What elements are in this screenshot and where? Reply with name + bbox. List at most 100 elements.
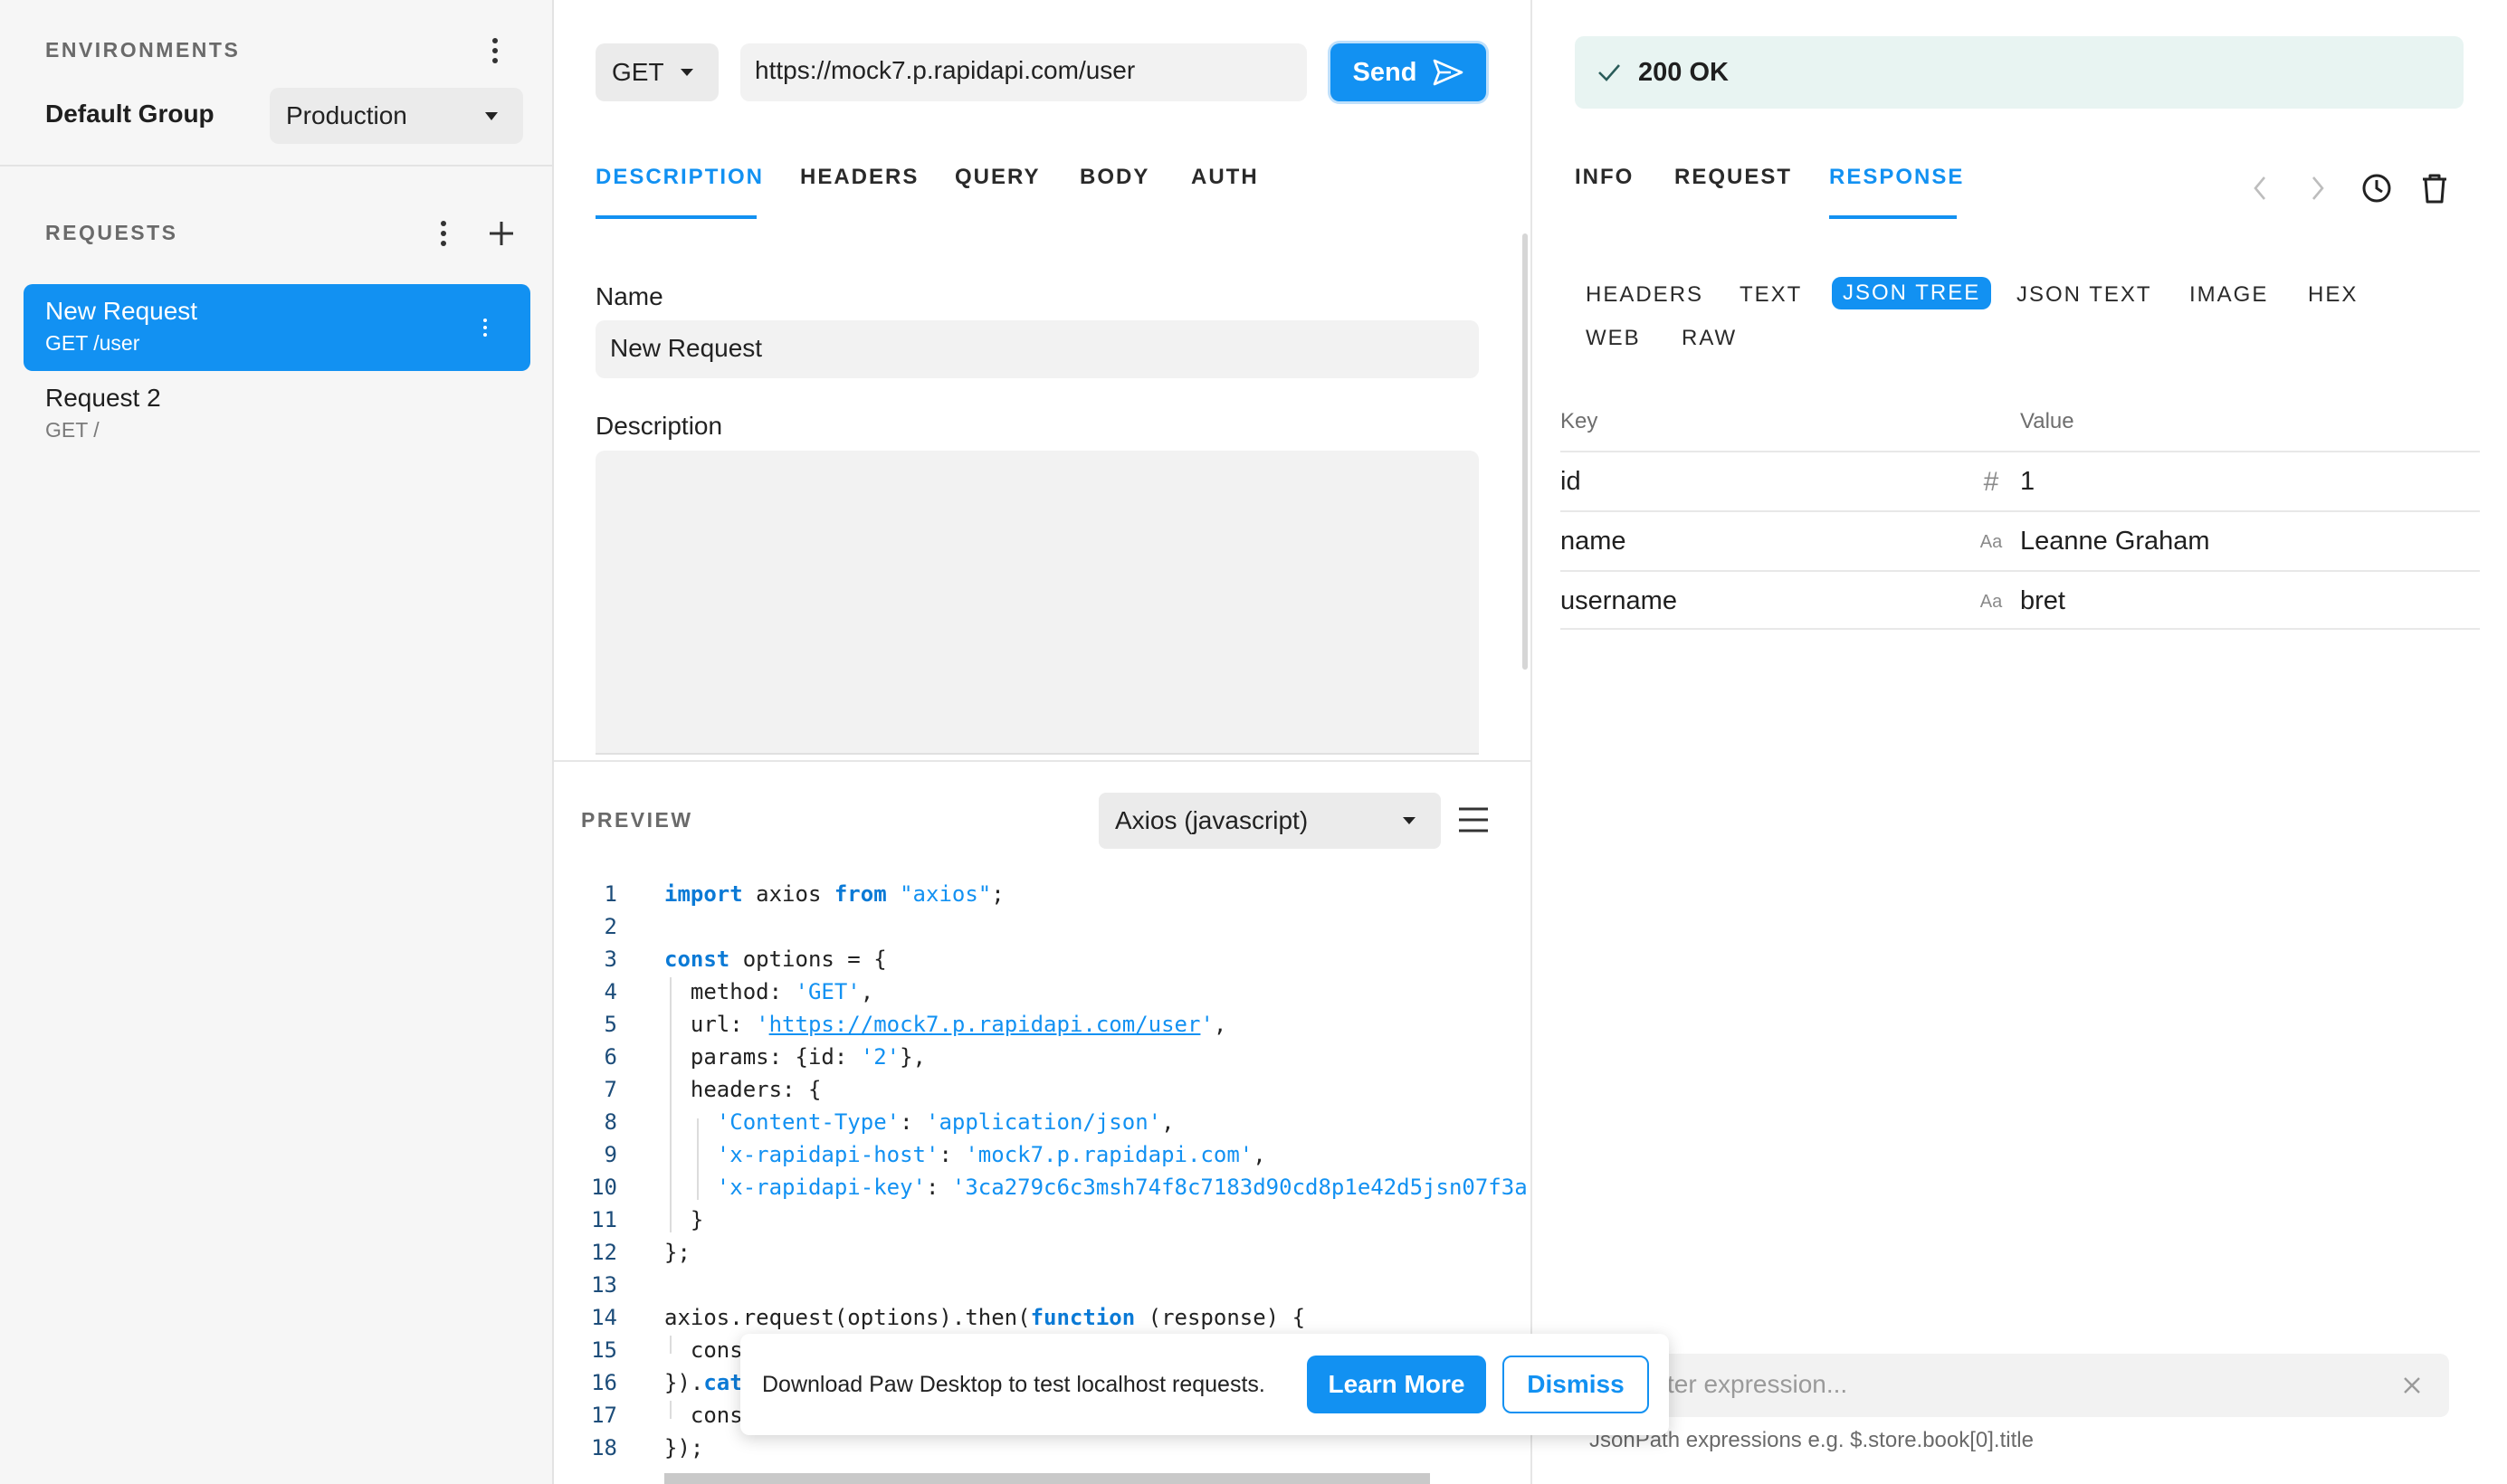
code-line: }; — [664, 1240, 691, 1265]
menu-icon[interactable] — [1455, 804, 1492, 836]
subtab-raw[interactable]: RAW — [1682, 326, 1737, 351]
tab-auth[interactable]: AUTH — [1191, 165, 1259, 190]
line-number: 15 — [591, 1337, 617, 1363]
line-number: 5 — [604, 1012, 617, 1037]
url-input[interactable]: https://mock7.p.rapidapi.com/user — [740, 43, 1307, 101]
chevron-left-icon[interactable] — [2250, 174, 2270, 203]
line-number: 17 — [591, 1403, 617, 1428]
request-name: Request 2 — [45, 384, 161, 412]
subtab-json-text[interactable]: JSON TEXT — [2016, 282, 2152, 308]
request-menu-icon[interactable] — [467, 309, 503, 346]
number-type-icon: # — [1983, 467, 1999, 497]
code-line: }).cat — [664, 1370, 743, 1395]
clear-icon[interactable] — [2400, 1374, 2424, 1397]
tab-request[interactable]: REQUEST — [1674, 165, 1792, 190]
environment-select[interactable]: Production — [270, 88, 523, 144]
request-item-request-2[interactable]: Request 2 GET / — [24, 371, 530, 458]
method-value: GET — [612, 58, 664, 86]
request-item-new-request[interactable]: New Request GET /user — [24, 284, 530, 371]
request-name: New Request — [45, 297, 198, 325]
code-language-select[interactable]: Axios (javascript) — [1099, 793, 1441, 849]
trash-icon[interactable] — [2420, 172, 2449, 205]
requests-title: REQUESTS — [45, 221, 178, 244]
subtab-headers[interactable]: HEADERS — [1586, 282, 1703, 308]
send-label: Send — [1352, 57, 1417, 87]
subtab-image[interactable]: IMAGE — [2189, 282, 2268, 308]
tab-response[interactable]: RESPONSE — [1829, 165, 1964, 190]
row-key: id — [1560, 467, 1581, 496]
row-value: Leanne Graham — [2020, 527, 2210, 556]
code-line: method: 'GET', — [664, 979, 874, 1004]
add-request-icon[interactable] — [483, 215, 520, 252]
learn-more-button[interactable]: Learn More — [1307, 1356, 1486, 1413]
code-line: url: 'https://mock7.p.rapidapi.com/user'… — [664, 1012, 1227, 1037]
code-line: axios.request(options).then(function (re… — [664, 1305, 1306, 1330]
jsonpath-filter-input[interactable]: ter expression... — [1589, 1354, 2449, 1417]
code-line: const options = { — [664, 947, 887, 972]
name-input[interactable]: New Request — [596, 320, 1479, 378]
tab-headers[interactable]: HEADERS — [800, 165, 919, 190]
chevron-down-icon — [485, 112, 498, 120]
check-icon — [1598, 64, 1620, 81]
banner-message: Download Paw Desktop to test localhost r… — [762, 1371, 1265, 1397]
table-row[interactable]: name Aa Leanne Graham — [1560, 510, 2480, 570]
table-row[interactable]: id # 1 — [1560, 451, 2480, 510]
tab-description[interactable]: DESCRIPTION — [596, 165, 764, 190]
line-number: 11 — [591, 1207, 617, 1232]
line-number: 8 — [604, 1109, 617, 1135]
table-row[interactable]: username Aa bret — [1560, 570, 2480, 630]
tab-underline — [596, 215, 757, 219]
request-method-path: GET /user — [45, 331, 140, 355]
panel-divider — [1530, 0, 1532, 1484]
code-line: 'x-rapidapi-key': '3ca279c6c3msh74f8c718… — [716, 1175, 1528, 1200]
column-header-value: Value — [2020, 409, 2074, 433]
subtab-text[interactable]: TEXT — [1740, 282, 1802, 308]
line-number: 4 — [604, 979, 617, 1004]
sidebar: ENVIRONMENTS Default Group Production RE… — [0, 0, 554, 1484]
chevron-right-icon[interactable] — [2308, 174, 2328, 203]
dismiss-button[interactable]: Dismiss — [1502, 1356, 1649, 1413]
line-number: 1 — [604, 881, 617, 907]
history-icon[interactable] — [2360, 172, 2393, 205]
line-number: 16 — [591, 1370, 617, 1395]
method-select[interactable]: GET — [596, 43, 719, 101]
tab-info[interactable]: INFO — [1575, 165, 1634, 190]
string-type-icon: Aa — [1979, 532, 2003, 552]
subtab-web[interactable]: WEB — [1586, 326, 1641, 351]
code-line: 'Content-Type': 'application/json', — [716, 1109, 1175, 1135]
status-text: 200 OK — [1638, 57, 1729, 87]
row-value: bret — [2020, 586, 2065, 615]
line-number: 7 — [604, 1077, 617, 1102]
code-language-value: Axios (javascript) — [1115, 806, 1309, 834]
request-method-path: GET / — [45, 418, 100, 442]
row-key: username — [1560, 586, 1677, 615]
name-label: Name — [596, 282, 663, 310]
editor-scrollbar[interactable] — [1522, 233, 1528, 670]
code-line: }); — [664, 1435, 704, 1460]
line-number: 10 — [591, 1175, 617, 1200]
environment-group-label: Default Group — [45, 100, 214, 128]
subtab-json-tree[interactable]: JSON TREE — [1832, 277, 1992, 309]
line-number: 13 — [591, 1272, 617, 1298]
line-number: 14 — [591, 1305, 617, 1330]
subtab-hex[interactable]: HEX — [2308, 282, 2358, 308]
code-lines: import axios from "axios"; const options … — [0, 0, 1528, 1460]
line-number: 9 — [604, 1142, 617, 1167]
line-number: 2 — [604, 914, 617, 939]
environments-title: ENVIRONMENTS — [45, 38, 241, 62]
tab-query[interactable]: QUERY — [955, 165, 1040, 190]
code-line: params: {id: '2'}, — [664, 1044, 927, 1070]
send-button[interactable]: Send — [1330, 43, 1486, 101]
line-number: 6 — [604, 1044, 617, 1070]
environments-menu-icon[interactable] — [477, 33, 513, 69]
row-key: name — [1560, 527, 1626, 556]
environment-select-value: Production — [286, 101, 407, 129]
code-horizontal-scrollbar[interactable] — [664, 1473, 1430, 1484]
code-line: cons — [664, 1337, 743, 1363]
send-icon — [1434, 59, 1463, 86]
status-badge: 200 OK — [1575, 36, 2464, 109]
requests-menu-icon[interactable] — [425, 215, 462, 252]
preview-divider — [554, 760, 1531, 762]
description-textarea[interactable] — [596, 451, 1479, 755]
tab-body[interactable]: BODY — [1080, 165, 1149, 190]
